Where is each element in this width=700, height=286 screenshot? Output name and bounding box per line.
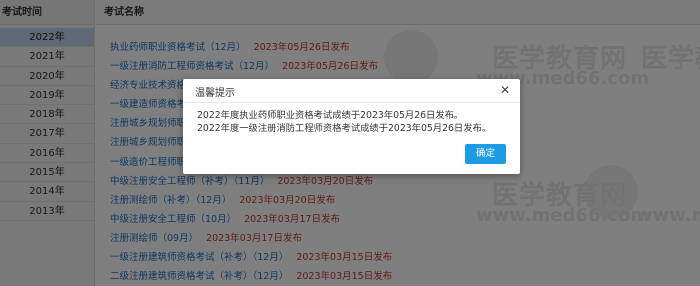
dialog-title: 温馨提示 [195, 88, 235, 99]
dialog-header: 温馨提示 ✕ [183, 79, 520, 103]
ok-button[interactable]: 确定 [465, 144, 506, 164]
dialog-message-line: 2022年度一级注册消防工程师资格考试成绩于2023年05月26日发布。 [197, 123, 492, 134]
page: 考试时间 2022年2021年2020年2019年2018年2017年2016年… [0, 0, 700, 286]
dialog-body: 2022年度执业药师职业资格考试成绩于2023年05月26日发布。 2022年度… [197, 109, 507, 135]
notice-dialog: 温馨提示 ✕ 2022年度执业药师职业资格考试成绩于2023年05月26日发布。… [183, 79, 520, 174]
dialog-message-line: 2022年度执业药师职业资格考试成绩于2023年05月26日发布。 [197, 110, 464, 121]
close-icon[interactable]: ✕ [500, 83, 510, 97]
